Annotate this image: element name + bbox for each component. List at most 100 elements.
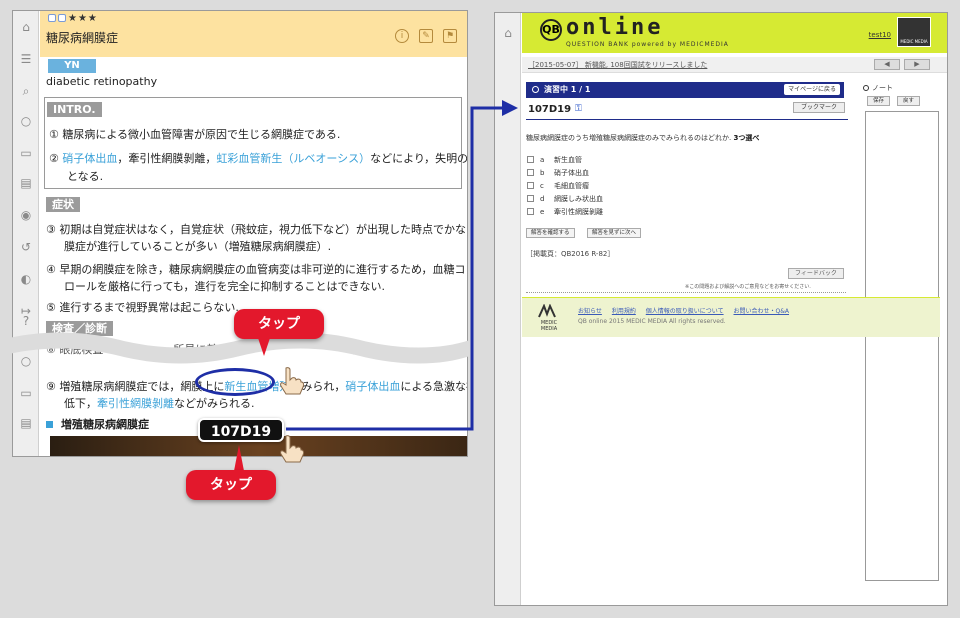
medicmedia-mark-icon	[538, 303, 556, 318]
user-link[interactable]: test10	[869, 31, 891, 39]
checkbox[interactable]	[527, 195, 534, 202]
intro-line-1: ① 糖尿病による微小血管障害が原因で生じる網膜症である.	[49, 128, 341, 141]
qb-icon[interactable]: ◉	[18, 207, 34, 223]
footer-link-news[interactable]: お知らせ	[578, 308, 602, 315]
header-actions: i ✎ ⚑	[395, 29, 457, 43]
tap-callout-bottom: タップ	[186, 470, 276, 500]
footer-copyright: QB online 2015 MEDIC MEDIA All rights re…	[578, 318, 726, 325]
practice-bar: 演習中 1 / 1 マイページに戻る	[526, 82, 844, 98]
right-sidebar: ⌂	[495, 13, 521, 605]
document-icon[interactable]: ▤	[18, 175, 34, 191]
qb-logo-mark: QB	[540, 19, 562, 41]
link-rubeosis[interactable]: 虹彩血管新生（ルベオーシス）	[216, 152, 370, 165]
edit-icon[interactable]: ✎	[419, 29, 433, 43]
intro-box: INTRO. ① 糖尿病による微小血管障害が原因で生じる網膜症である. ② 硝子…	[44, 97, 467, 189]
article-title: 糖尿病網膜症	[46, 31, 119, 45]
symptom-line-5: ⑤ 進行するまで視野異常は起こらない.	[46, 301, 239, 314]
history-icon[interactable]: ↺	[18, 239, 34, 255]
highlight-ellipse	[195, 368, 275, 396]
checkbox[interactable]	[527, 169, 534, 176]
option-d[interactable]: d 網膜しみ状出血	[527, 194, 603, 204]
skip-next-button[interactable]: 解答を見ずに次へ	[587, 228, 642, 238]
list-icon[interactable]: ☰	[18, 51, 34, 67]
bookmark-icon[interactable]: ⚑	[443, 29, 457, 43]
article-header: ★★★ 糖尿病網膜症 i ✎ ⚑	[40, 11, 467, 57]
note-dot-icon	[863, 85, 869, 91]
checkbox-icon[interactable]	[58, 14, 66, 22]
footer-logo: MEDIC MEDIA	[538, 303, 560, 332]
checkbox-icon[interactable]	[48, 14, 56, 22]
feedback-note: ※この問題および解説へのご意見などをお寄せください.	[685, 284, 811, 290]
page-footer: MEDIC MEDIA お知らせ 利用規約 個人情報の取り扱いについて お問い合…	[522, 297, 940, 337]
sync-icon[interactable]: ◐	[18, 271, 34, 287]
qb-logo-sub: QUESTION BANK powered by MEDICMEDIA	[566, 41, 729, 48]
symptom-line-1: ③ 初期は自覚症状はなく，自覚症状（飛蚊症，視力低下など）が出現した時点でかなり…	[46, 223, 468, 236]
tap-callout-bottom-tail	[234, 445, 244, 471]
option-b[interactable]: b 硝子体出血	[527, 168, 589, 178]
link-traction-detachment[interactable]: 牽引性網膜剝離	[97, 397, 174, 410]
news-bar: ［2015-05-07］ 新機能, 108回国試をリリースしました ◀ ▶	[522, 57, 947, 73]
question-id: 107D19	[528, 104, 572, 115]
revert-note-button[interactable]: 戻す	[897, 96, 921, 106]
intro-line-3: となる.	[67, 170, 104, 183]
search-icon[interactable]: ⌕	[18, 83, 34, 99]
next-button[interactable]: ▶	[904, 59, 930, 70]
home-icon[interactable]: ⌂	[18, 19, 34, 35]
bookmark-button[interactable]: ブックマーク	[793, 102, 845, 113]
link-vitreous-hemorrhage-2[interactable]: 硝子体出血	[345, 380, 400, 393]
symptom-line-2: 膜症が進行していることが多い（増殖糖尿病網膜症）.	[64, 240, 332, 253]
news-link[interactable]: ［2015-05-07］ 新機能, 108回国試をリリースしました	[528, 60, 707, 70]
footer-link-privacy[interactable]: 個人情報の取り扱いについて	[646, 308, 724, 315]
symptom-line-4: ロールを厳格に行っても，進行を完全に抑制することはできない.	[64, 280, 385, 293]
hand-pointer-icon	[280, 367, 304, 395]
checkbox[interactable]	[527, 156, 534, 163]
symptom-line-3: ④ 早期の網膜症を除き，糖尿病網膜症の血管病変は非可逆的に進行するため，血糖コン…	[46, 263, 468, 276]
footer-links: お知らせ 利用規約 個人情報の取り扱いについて お問い合わせ・Q&A	[578, 306, 797, 315]
qb-logo-text: online	[566, 15, 664, 40]
mypage-button[interactable]: マイページに戻る	[784, 84, 840, 95]
prev-button[interactable]: ◀	[874, 59, 900, 70]
dotted-divider	[526, 292, 846, 293]
option-c[interactable]: c 毛細血管瘤	[527, 181, 589, 191]
question-divider	[526, 119, 848, 120]
checkbox[interactable]	[527, 182, 534, 189]
item9-line-2: 低下，牽引性網膜剝離などがみられる.	[64, 397, 255, 410]
check-answer-button[interactable]: 解答を確認する	[526, 228, 575, 238]
save-note-button[interactable]: 保存	[867, 96, 891, 106]
subsection-title: 増殖糖尿病網膜症	[46, 416, 149, 432]
note-textarea[interactable]	[865, 111, 939, 581]
book-icon-2[interactable]: ▭	[18, 385, 34, 401]
intro-label: INTRO.	[47, 102, 102, 117]
tap-callout-top-tail	[258, 338, 270, 356]
status-dot-icon	[532, 86, 539, 93]
practice-status: 演習中 1 / 1	[532, 84, 590, 95]
option-e[interactable]: e 牽引性網膜剝離	[527, 207, 603, 217]
intro-line-2: ② 硝子体出血，牽引性網膜剝離，虹彩血管新生（ルベオーシス）などにより，失明の原…	[49, 152, 468, 165]
left-sidebar: ⌂ ☰ ⌕ ○ ▭ ▤ ◉ ↺ ◐ ↦ ? ○ ▭ ▤	[13, 11, 39, 456]
book-icon[interactable]: ▭	[18, 145, 34, 161]
footer-link-terms[interactable]: 利用規約	[612, 308, 636, 315]
symptom-label: 症状	[46, 197, 80, 212]
circle-icon[interactable]: ○	[18, 113, 34, 129]
question-text: 糖尿病網膜症のうち増殖糖尿病網膜症のみでみられるのはどれか. 3つ選べ	[526, 134, 760, 142]
yn-badge: YN	[48, 59, 96, 73]
feedback-button[interactable]: フィードバック	[788, 268, 844, 279]
english-title: diabetic retinopathy	[46, 75, 158, 88]
qb-header: QB online QUESTION BANK powered by MEDIC…	[522, 13, 947, 53]
document-icon-2[interactable]: ▤	[18, 415, 34, 431]
difficulty-stars: ★★★	[48, 13, 98, 24]
hand-pointer-icon-2	[280, 435, 304, 463]
reference-page: ［掲載頁：QB2016 R-82］	[526, 250, 615, 258]
question-code-pill[interactable]: 107D19	[198, 418, 284, 442]
medicmedia-logo[interactable]: MEDIC MEDIA	[897, 17, 931, 47]
info-icon[interactable]: i	[395, 29, 409, 43]
tap-callout-top: タップ	[234, 309, 324, 339]
checkbox[interactable]	[527, 208, 534, 215]
option-a[interactable]: a 新生血管	[527, 155, 582, 165]
right-app-window: ⌂ QB online QUESTION BANK powered by MED…	[494, 12, 948, 606]
note-label: ノート	[863, 83, 893, 93]
footer-link-contact[interactable]: お問い合わせ・Q&A	[734, 308, 790, 315]
link-vitreous-hemorrhage[interactable]: 硝子体出血	[62, 152, 117, 165]
home-icon-right[interactable]: ⌂	[500, 25, 516, 41]
key-icon[interactable]: ⚿	[575, 104, 582, 114]
